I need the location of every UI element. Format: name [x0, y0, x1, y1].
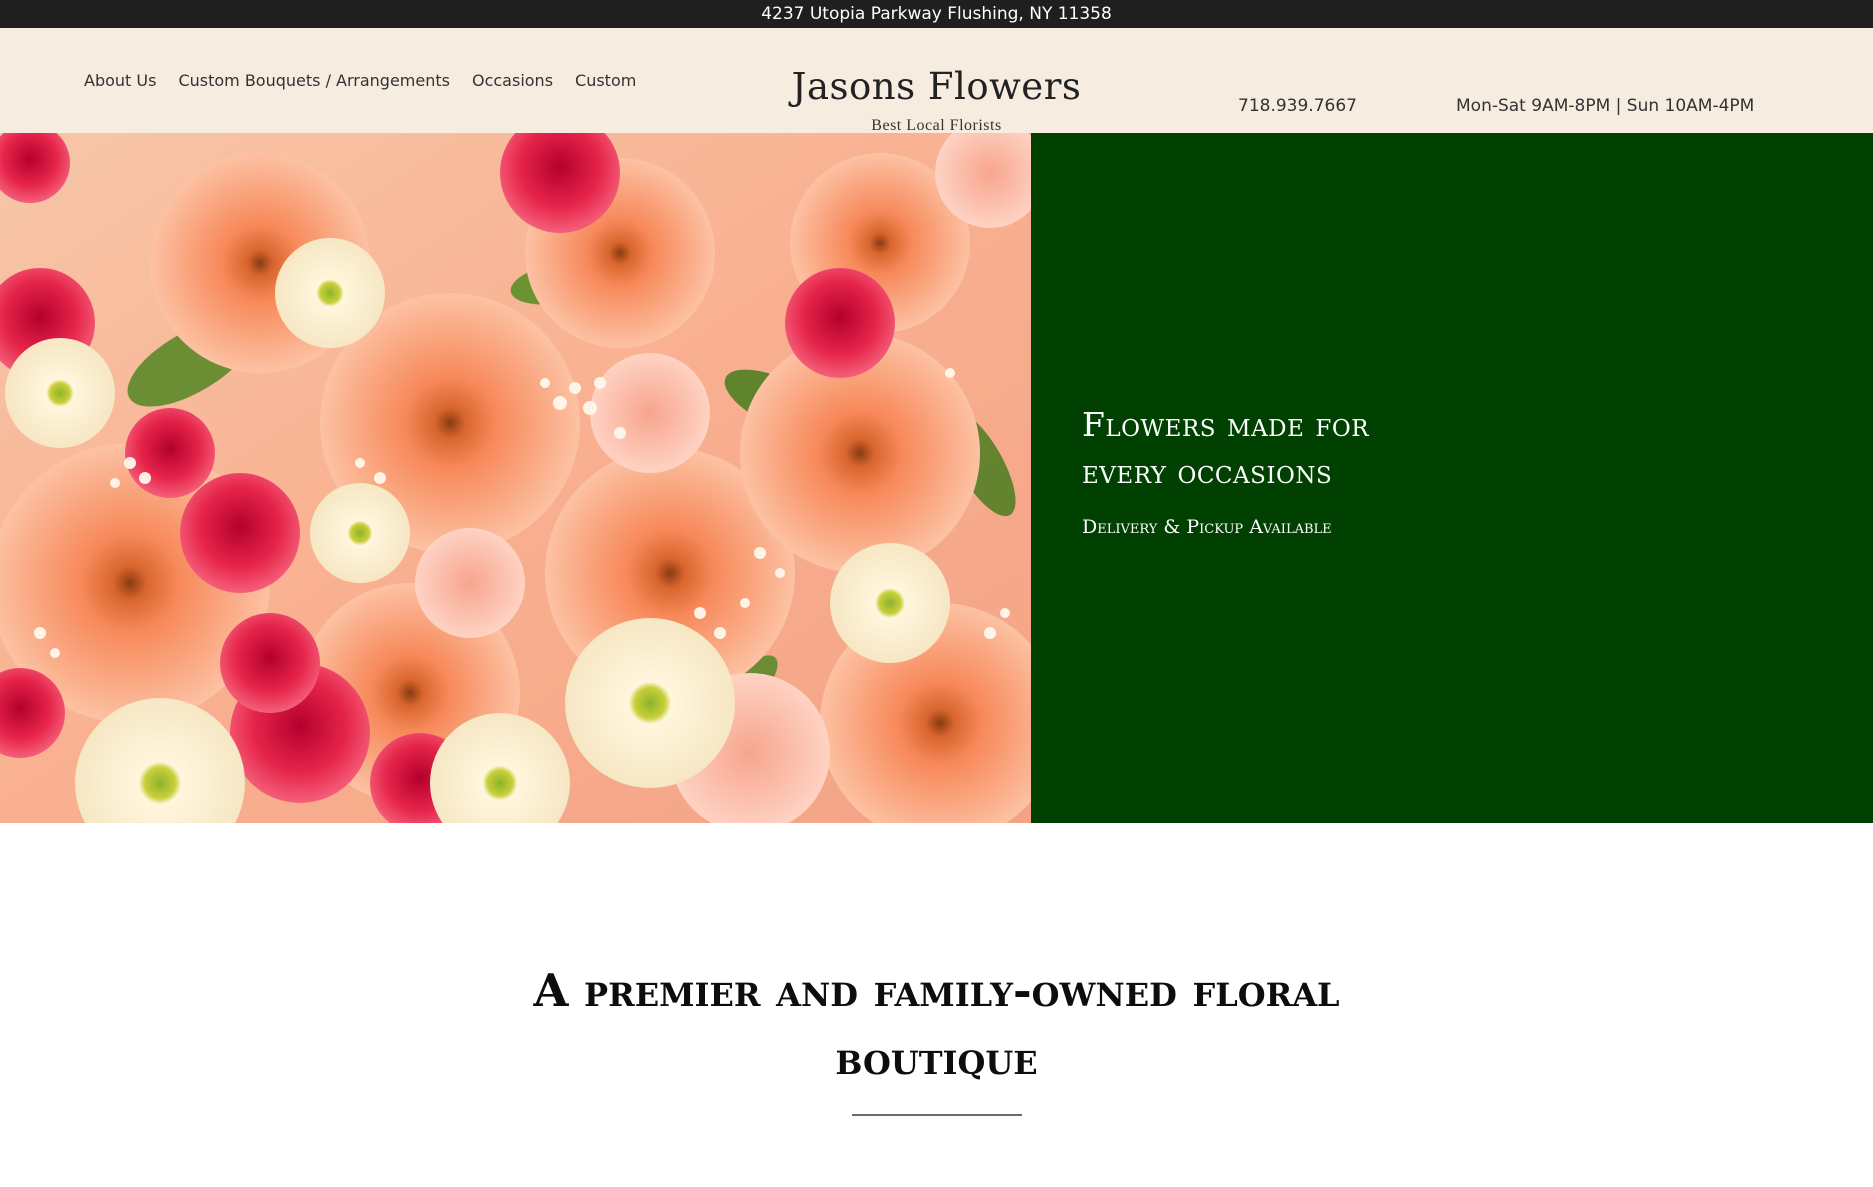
hero-flowers-image	[0, 133, 1031, 823]
intro-title: A premier and family-owned floral boutiq…	[533, 964, 1340, 1085]
flowers-illustration	[0, 133, 1031, 823]
hero-section: Flowers made for every occasions Deliver…	[0, 133, 1873, 823]
hero-heading-line2: every occasions	[1082, 452, 1333, 491]
nav-occasions[interactable]: Occasions	[472, 71, 553, 90]
nav-custom[interactable]: Custom	[575, 71, 636, 90]
intro-divider	[851, 1114, 1022, 1116]
main-nav: About Us Custom Bouquets / Arrangements …	[84, 28, 636, 133]
hero-subheading: Delivery & Pickup Available	[1082, 516, 1332, 538]
hero-heading: Flowers made for every occasions	[1082, 401, 1369, 495]
address-bar: 4237 Utopia Parkway Flushing, NY 11358	[0, 0, 1873, 28]
store-address: 4237 Utopia Parkway Flushing, NY 11358	[761, 4, 1112, 24]
nav-about-us[interactable]: About Us	[84, 71, 156, 90]
hero-text-panel: Flowers made for every occasions Deliver…	[1031, 133, 1873, 823]
hero-heading-line1: Flowers made for	[1082, 405, 1370, 444]
intro-section: A premier and family-owned floral boutiq…	[0, 823, 1873, 1116]
site-header: About Us Custom Bouquets / Arrangements …	[0, 28, 1873, 134]
phone-number[interactable]: 718.939.7667	[1238, 96, 1357, 116]
store-hours: Mon-Sat 9AM-8PM | Sun 10AM-4PM	[1456, 96, 1755, 116]
nav-custom-bouquets[interactable]: Custom Bouquets / Arrangements	[178, 71, 450, 90]
